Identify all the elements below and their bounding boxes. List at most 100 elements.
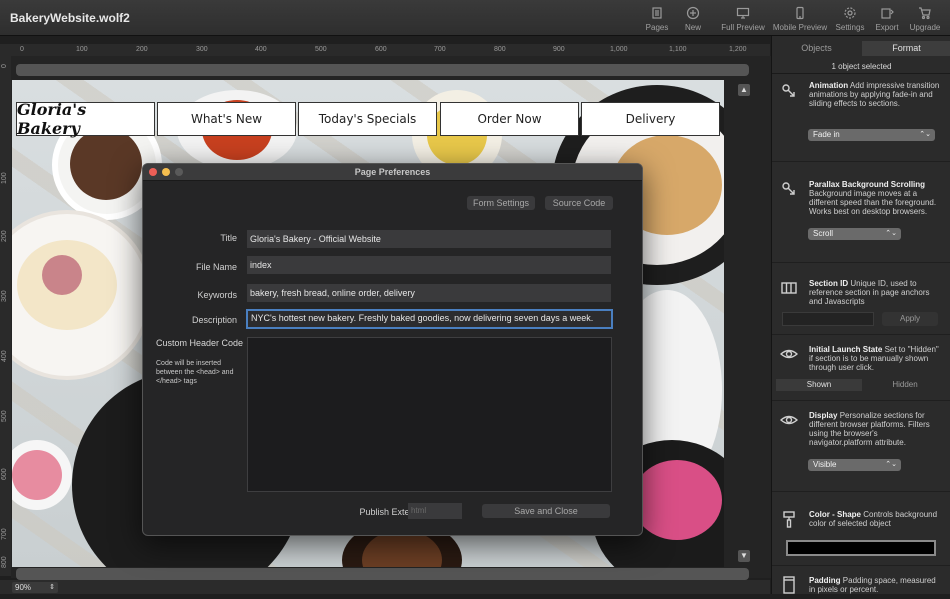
parallax-value: Scroll	[813, 229, 834, 238]
mobile-preview-label: Mobile Preview	[772, 23, 828, 32]
export-button[interactable]: Export	[873, 6, 901, 32]
display-select[interactable]: Visible ⌃⌄	[808, 459, 901, 471]
divider	[772, 565, 950, 566]
mobile-preview-button[interactable]: Mobile Preview	[772, 6, 828, 32]
ruler-label: 800	[1, 556, 8, 568]
vertical-ruler: 0 100 200 300 400 500 600 700 800	[0, 56, 11, 576]
ruler-label: 400	[255, 46, 267, 53]
keywords-field[interactable]: bakery, fresh bread, online order, deliv…	[247, 284, 611, 302]
plus-circle-icon	[681, 6, 705, 20]
color-shape-description: Color - Shape Controls background color …	[809, 510, 943, 528]
new-button[interactable]: New	[681, 6, 705, 32]
site-logo[interactable]: Gloria's Bakery	[16, 100, 155, 138]
header-code-textarea[interactable]	[247, 337, 612, 492]
ruler-label: 100	[1, 172, 8, 184]
zoom-value: 90%	[15, 583, 32, 592]
ruler-label: 300	[1, 290, 8, 302]
nav-todays-specials[interactable]: Today's Specials	[298, 102, 437, 136]
chevron-updown-icon: ⌃⌄	[885, 461, 897, 468]
pages-button[interactable]: Pages	[644, 6, 670, 32]
dialog-title: Page Preferences	[354, 167, 431, 177]
divider	[772, 400, 950, 401]
color-shape-title: Color - Shape	[809, 510, 862, 519]
ruler-label: 600	[1, 468, 8, 480]
tab-format[interactable]: Format	[862, 41, 950, 56]
gear-icon	[835, 6, 865, 20]
settings-button[interactable]: Settings	[835, 6, 865, 32]
cart-icon	[908, 6, 942, 20]
section-id-input[interactable]	[782, 312, 874, 326]
export-label: Export	[875, 23, 899, 32]
filename-field[interactable]: index	[247, 256, 611, 274]
parallax-select[interactable]: Scroll ⌃⌄	[808, 228, 901, 240]
keywords-label: Keywords	[197, 290, 237, 300]
scroll-up-button[interactable]: ▲	[738, 84, 750, 96]
dialog-titlebar[interactable]: Page Preferences	[143, 164, 642, 181]
header-code-note: Code will be inserted between the <head>…	[156, 360, 234, 385]
paint-roller-icon	[780, 510, 798, 528]
eye-icon	[779, 411, 799, 429]
chocolate-sprinkles-graphic	[70, 128, 142, 200]
scroll-down-button[interactable]: ▼	[738, 550, 750, 562]
launch-state-title: Initial Launch State	[809, 345, 883, 354]
selection-count: 1 object selected	[772, 62, 950, 74]
ruler-label: 0	[1, 64, 8, 68]
toolbar: BakeryWebsite.wolf2 Pages New Full Previ…	[0, 0, 950, 36]
full-preview-button[interactable]: Full Preview	[719, 6, 767, 32]
nav-delivery[interactable]: Delivery	[581, 102, 720, 136]
source-code-button[interactable]: Source Code	[545, 196, 613, 210]
parallax-desc: Background image moves at a different sp…	[809, 189, 937, 216]
divider	[772, 262, 950, 263]
display-description: Display Personalize sections for differe…	[809, 411, 943, 447]
title-field[interactable]: Gloria's Bakery - Official Website	[247, 230, 611, 248]
tab-objects[interactable]: Objects	[772, 41, 861, 56]
header-code-label: Custom Header Code	[156, 338, 244, 348]
animation-select[interactable]: Fade in ⌃⌄	[808, 129, 935, 141]
window-title: BakeryWebsite.wolf2	[10, 11, 130, 25]
section-id-icon	[780, 279, 798, 297]
display-title: Display	[809, 411, 838, 420]
hidden-option[interactable]: Hidden	[862, 379, 948, 391]
description-field[interactable]: NYC's hottest new bakery. Freshly baked …	[246, 309, 613, 329]
monitor-icon	[719, 6, 767, 20]
eye-icon	[779, 345, 799, 363]
padding-icon	[780, 576, 798, 594]
zoom-select[interactable]: 90% ⇕	[12, 582, 58, 593]
background-color-well[interactable]	[786, 540, 936, 556]
divider	[772, 334, 950, 335]
section-bottom-bar[interactable]	[16, 568, 749, 580]
form-settings-button[interactable]: Form Settings	[467, 196, 535, 210]
site-nav-bar: Gloria's Bakery What's New Today's Speci…	[14, 100, 720, 138]
nav-whats-new[interactable]: What's New	[157, 102, 296, 136]
apply-button[interactable]: Apply	[882, 312, 938, 326]
display-value: Visible	[813, 460, 837, 469]
section-id-description: Section ID Unique ID, used to reference …	[809, 279, 943, 306]
publish-extension-field[interactable]: html	[408, 503, 462, 519]
status-bar	[0, 580, 770, 594]
flower-graphic	[632, 460, 722, 540]
ruler-label: 800	[494, 46, 506, 53]
ruler-label: 200	[1, 230, 8, 242]
ruler-label: 500	[315, 46, 327, 53]
filename-label: File Name	[195, 262, 237, 272]
upgrade-button[interactable]: Upgrade	[908, 6, 942, 32]
save-and-close-button[interactable]: Save and Close	[482, 504, 610, 518]
chevron-updown-icon: ⇕	[49, 584, 55, 591]
description-label: Description	[191, 315, 237, 325]
shown-option[interactable]: Shown	[776, 379, 862, 391]
full-preview-label: Full Preview	[721, 23, 765, 32]
padding-description: Padding Padding space, measured in pixel…	[809, 576, 943, 594]
section-top-bar[interactable]	[16, 64, 749, 76]
animation-value: Fade in	[813, 130, 840, 139]
strawberry-graphic	[42, 255, 82, 295]
ruler-label: 500	[1, 410, 8, 422]
nav-order-now[interactable]: Order Now	[440, 102, 579, 136]
ruler-label: 1,100	[669, 46, 687, 53]
divider	[772, 161, 950, 162]
logo-text: Gloria's Bakery	[17, 100, 87, 138]
ruler-label: 100	[76, 46, 88, 53]
ruler-label: 700	[434, 46, 446, 53]
ruler-label: 700	[1, 528, 8, 540]
animation-icon	[780, 82, 798, 100]
chevron-updown-icon: ⌃⌄	[919, 131, 931, 138]
